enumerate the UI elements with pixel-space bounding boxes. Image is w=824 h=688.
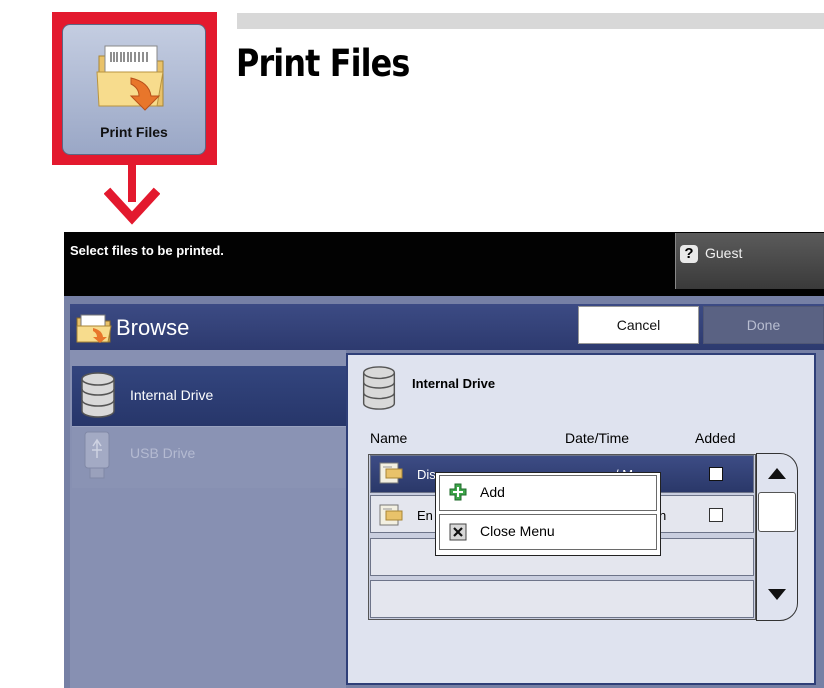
app-button-label: Print Files — [100, 124, 168, 140]
document-icon — [379, 504, 403, 526]
browse-folder-icon — [76, 314, 112, 343]
file-row-empty — [370, 580, 754, 618]
document-icon — [379, 462, 403, 484]
menu-item-add[interactable] — [439, 475, 657, 511]
added-checkbox[interactable] — [709, 508, 723, 522]
browse-title: Browse — [116, 315, 190, 340]
drive-usb-label: USB Drive — [130, 445, 196, 461]
usb-drive-icon — [84, 431, 110, 479]
scroll-up-icon[interactable] — [758, 455, 796, 493]
page-title: Print Files — [236, 42, 410, 85]
database-icon — [362, 366, 396, 410]
folder-print-icon — [96, 45, 164, 111]
file-name: Dis — [417, 467, 436, 482]
header-rule — [237, 13, 824, 29]
help-icon[interactable]: ? — [680, 245, 698, 263]
drive-internal-label: Internal Drive — [130, 387, 214, 403]
down-arrow-icon — [104, 164, 160, 225]
message-text: Select files to be printed. — [70, 243, 224, 258]
column-header-name[interactable]: Name — [370, 430, 407, 446]
scroll-thumb[interactable] — [758, 492, 796, 532]
column-header-date[interactable]: Date/Time — [565, 430, 629, 446]
panel-title: Internal Drive — [412, 376, 496, 391]
menu-item-close-label: Close Menu — [480, 523, 555, 539]
done-button[interactable]: Done — [703, 306, 824, 344]
drive-item-usb[interactable] — [72, 426, 346, 488]
file-name: En — [417, 508, 433, 523]
added-checkbox[interactable] — [709, 467, 723, 481]
scroll-down-icon[interactable] — [758, 575, 796, 613]
menu-item-add-label: Add — [480, 484, 505, 500]
database-icon — [81, 372, 115, 418]
close-icon — [449, 523, 467, 541]
column-header-added[interactable]: Added — [695, 430, 735, 446]
cancel-button[interactable]: Cancel — [578, 306, 699, 344]
add-icon — [449, 483, 467, 501]
guest-label: Guest — [705, 245, 743, 261]
